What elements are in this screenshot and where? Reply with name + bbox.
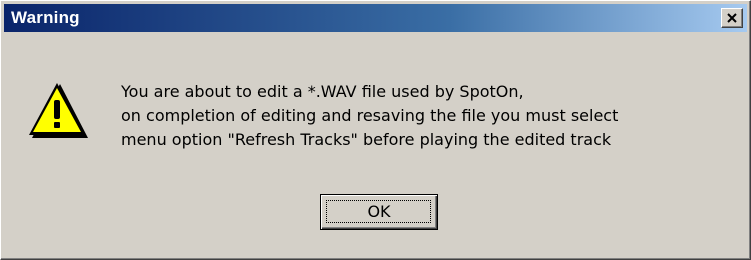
close-icon <box>727 13 737 23</box>
window-title: Warning <box>11 8 80 27</box>
message-line: You are about to edit a *.WAV file used … <box>121 82 524 101</box>
ok-button[interactable]: OK <box>320 194 438 230</box>
warning-dialog: Warning You are about to edit a *.WAV fi… <box>0 0 751 260</box>
warning-message: You are about to edit a *.WAV file used … <box>121 80 741 152</box>
message-line: menu option "Refresh Tracks" before play… <box>121 130 612 149</box>
warning-icon <box>29 83 88 138</box>
ok-button-label: OK <box>367 202 391 221</box>
message-line: on completion of editing and resaving th… <box>121 106 619 125</box>
close-button[interactable] <box>721 8 743 28</box>
title-bar[interactable]: Warning <box>4 4 747 32</box>
